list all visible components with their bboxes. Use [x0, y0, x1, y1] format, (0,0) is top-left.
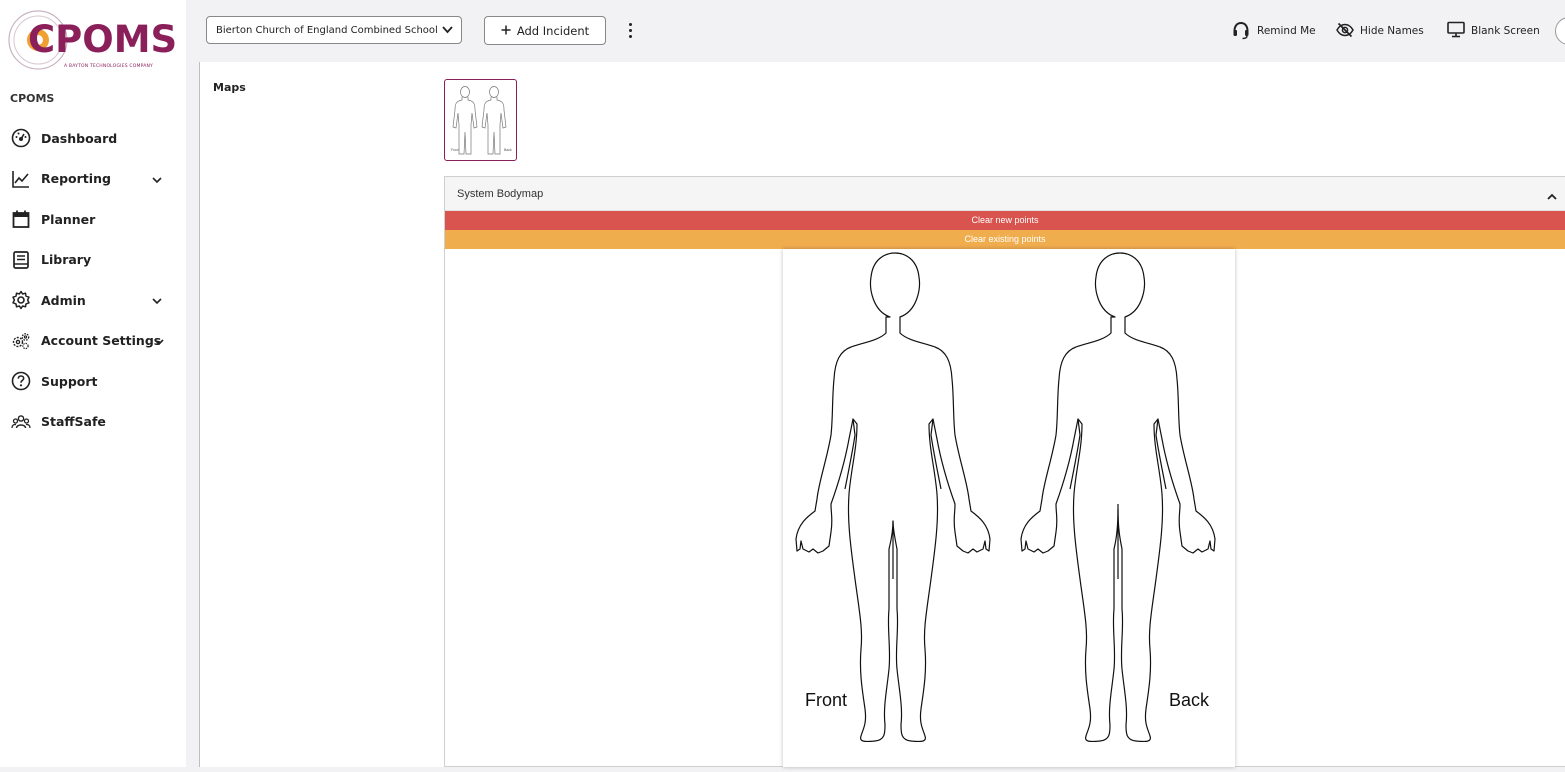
- question-circle-icon: [10, 370, 32, 392]
- calendar-icon: [10, 208, 32, 230]
- content-divider: [199, 62, 200, 767]
- gears-icon: [10, 330, 32, 352]
- main-content: Maps Front Back System Bodymap Clear new…: [199, 62, 1565, 767]
- system-bodymap-panel: System Bodymap Clear new points Clear ex…: [444, 176, 1565, 767]
- dashboard-gauge-icon: [10, 127, 32, 149]
- sidebar-item-reporting[interactable]: Reporting: [0, 159, 186, 200]
- sidebar-heading: CPOMS: [10, 92, 55, 105]
- panel-header[interactable]: System Bodymap: [445, 177, 1565, 211]
- sidebar-item-library[interactable]: Library: [0, 240, 186, 281]
- monitor-icon: [1447, 21, 1465, 41]
- back-label: Back: [1169, 690, 1210, 710]
- sidebar-item-account-settings[interactable]: Account Settings: [0, 321, 186, 362]
- remind-me-label: Remind Me: [1257, 25, 1316, 37]
- sidebar-item-planner[interactable]: Planner: [0, 199, 186, 240]
- sidebar-item-staffsafe[interactable]: StaffSafe: [0, 402, 186, 443]
- chevron-down-icon[interactable]: [152, 293, 162, 308]
- sidebar-item-label: Account Settings: [41, 333, 162, 349]
- sidebar-item-dashboard[interactable]: Dashboard: [0, 118, 186, 159]
- sidebar-item-admin[interactable]: Admin: [0, 280, 186, 321]
- body-outline-image: [795, 252, 1216, 743]
- sidebar-item-label: Admin: [41, 292, 86, 308]
- back-body-outline: [1020, 252, 1216, 743]
- clear-new-points-button[interactable]: Clear new points: [445, 211, 1565, 230]
- sidebar-item-label: Support: [41, 373, 98, 389]
- panel-title: System Bodymap: [457, 188, 544, 200]
- sidebar-item-label: StaffSafe: [41, 414, 106, 430]
- bodymap-canvas[interactable]: Front Back: [783, 249, 1235, 767]
- sidebar-nav: Dashboard Reporting Planner Library Admi…: [0, 118, 186, 442]
- chevron-down-icon[interactable]: [152, 172, 162, 187]
- chevron-down-icon[interactable]: [154, 334, 164, 349]
- sidebar-item-support[interactable]: Support: [0, 361, 186, 402]
- maps-label: Maps: [213, 81, 246, 94]
- add-incident-button[interactable]: Add Incident: [484, 16, 606, 45]
- more-options-icon[interactable]: [624, 19, 636, 41]
- cpoms-logo[interactable]: CPOMS A BAYTON TECHNOLOGIES COMPANY: [6, 8, 178, 70]
- chevron-up-icon[interactable]: [1547, 188, 1557, 206]
- gear-icon: [10, 289, 32, 311]
- users-icon: [10, 411, 32, 433]
- hide-names-button[interactable]: Hide Names: [1336, 19, 1424, 43]
- top-bar: Bierton Church of England Combined Schoo…: [186, 0, 1565, 62]
- plus-icon: [501, 24, 511, 38]
- front-label: Front: [805, 690, 848, 710]
- sidebar-item-label: Dashboard: [41, 130, 118, 146]
- logo-wordmark: CPOMS: [28, 18, 178, 61]
- clear-existing-points-button[interactable]: Clear existing points: [445, 230, 1565, 249]
- chevron-down-icon: [442, 25, 453, 37]
- remind-me-button[interactable]: Remind Me: [1231, 19, 1316, 43]
- front-body-outline: [795, 252, 991, 743]
- logo-tagline: A BAYTON TECHNOLOGIES COMPANY: [64, 64, 154, 69]
- add-incident-label: Add Incident: [516, 23, 590, 38]
- hide-names-label: Hide Names: [1360, 25, 1424, 37]
- sidebar-item-label: Library: [41, 252, 92, 268]
- sidebar-item-label: Planner: [41, 211, 96, 227]
- bodymap-thumbnail[interactable]: Front Back: [444, 79, 517, 161]
- headset-icon: [1231, 20, 1251, 43]
- thumb-back-label: Back: [504, 148, 512, 152]
- school-select[interactable]: Bierton Church of England Combined Schoo…: [206, 16, 462, 44]
- sidebar-item-label: Reporting: [41, 171, 111, 187]
- eye-slash-icon: [1336, 22, 1354, 41]
- chart-line-icon: [10, 168, 32, 190]
- thumb-front-label: Front: [451, 148, 459, 152]
- blank-screen-label: Blank Screen: [1471, 25, 1540, 37]
- sidebar: CPOMS A BAYTON TECHNOLOGIES COMPANY CPOM…: [0, 0, 186, 767]
- book-icon: [10, 249, 32, 271]
- body-outline-thumbnail-icon: Front Back: [451, 86, 512, 155]
- blank-screen-button[interactable]: Blank Screen: [1447, 19, 1540, 43]
- school-select-value: Bierton Church of England Combined Schoo…: [216, 24, 438, 36]
- user-avatar[interactable]: [1555, 17, 1565, 45]
